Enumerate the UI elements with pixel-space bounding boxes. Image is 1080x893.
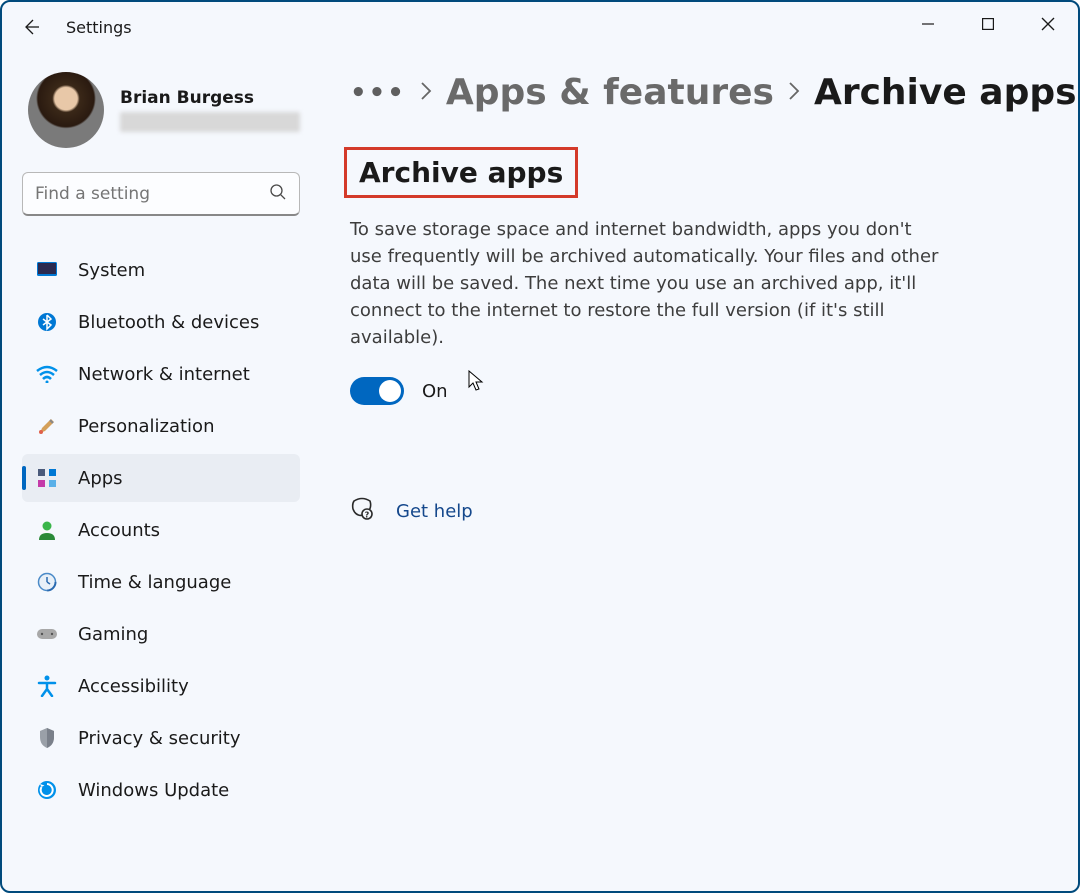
sidebar-item-label: Bluetooth & devices bbox=[78, 312, 259, 333]
search-icon bbox=[269, 183, 287, 205]
sidebar-item-personalization[interactable]: Personalization bbox=[22, 402, 300, 450]
user-profile[interactable]: Brian Burgess bbox=[28, 72, 300, 148]
search-container[interactable] bbox=[22, 172, 300, 216]
user-email bbox=[120, 112, 300, 132]
sidebar-item-label: Windows Update bbox=[78, 780, 229, 801]
get-help-link[interactable]: Get help bbox=[396, 501, 473, 522]
wifi-icon bbox=[36, 363, 58, 385]
shield-icon bbox=[36, 727, 58, 749]
toggle-state-label: On bbox=[422, 381, 448, 402]
paintbrush-icon bbox=[36, 415, 58, 437]
search-input[interactable] bbox=[35, 184, 269, 204]
svg-text:?: ? bbox=[365, 511, 370, 520]
sidebar-item-label: System bbox=[78, 260, 145, 281]
sidebar-item-label: Apps bbox=[78, 468, 123, 489]
sidebar-item-apps[interactable]: Apps bbox=[22, 454, 300, 502]
update-icon bbox=[36, 779, 58, 801]
sidebar-item-label: Time & language bbox=[78, 572, 231, 593]
sidebar-item-accessibility[interactable]: Accessibility bbox=[22, 662, 300, 710]
sidebar-item-privacy[interactable]: Privacy & security bbox=[22, 714, 300, 762]
page-description: To save storage space and internet bandw… bbox=[350, 216, 940, 351]
page-heading: Archive apps bbox=[344, 147, 578, 198]
clock-icon bbox=[36, 571, 58, 593]
nav-list: System Bluetooth & devices Network & int… bbox=[22, 246, 300, 818]
window-title: Settings bbox=[66, 18, 132, 37]
back-button[interactable] bbox=[10, 6, 52, 48]
sidebar-item-update[interactable]: Windows Update bbox=[22, 766, 300, 814]
maximize-button[interactable] bbox=[958, 2, 1018, 46]
minimize-button[interactable] bbox=[898, 2, 958, 46]
sidebar-item-bluetooth[interactable]: Bluetooth & devices bbox=[22, 298, 300, 346]
sidebar-item-time[interactable]: Time & language bbox=[22, 558, 300, 606]
breadcrumb-overflow-icon[interactable]: ••• bbox=[350, 78, 406, 108]
avatar bbox=[28, 72, 104, 148]
sidebar-item-accounts[interactable]: Accounts bbox=[22, 506, 300, 554]
help-icon: ? bbox=[350, 497, 374, 525]
apps-icon bbox=[36, 467, 58, 489]
sidebar-item-label: Privacy & security bbox=[78, 728, 241, 749]
sidebar-item-label: Accounts bbox=[78, 520, 160, 541]
breadcrumb: ••• Apps & features Archive apps bbox=[350, 72, 1077, 113]
user-name-label: Brian Burgess bbox=[120, 88, 300, 108]
accounts-icon bbox=[36, 519, 58, 541]
bluetooth-icon bbox=[36, 311, 58, 333]
sidebar-item-label: Accessibility bbox=[78, 676, 189, 697]
breadcrumb-current: Archive apps bbox=[814, 72, 1077, 113]
breadcrumb-parent-link[interactable]: Apps & features bbox=[446, 72, 774, 113]
chevron-right-icon bbox=[420, 81, 432, 105]
close-button[interactable] bbox=[1018, 2, 1078, 46]
archive-apps-toggle[interactable] bbox=[350, 377, 404, 405]
sidebar-item-network[interactable]: Network & internet bbox=[22, 350, 300, 398]
sidebar-item-label: Gaming bbox=[78, 624, 148, 645]
gaming-icon bbox=[36, 623, 58, 645]
sidebar-item-label: Network & internet bbox=[78, 364, 250, 385]
chevron-right-icon bbox=[788, 81, 800, 105]
sidebar-item-gaming[interactable]: Gaming bbox=[22, 610, 300, 658]
accessibility-icon bbox=[36, 675, 58, 697]
sidebar-item-system[interactable]: System bbox=[22, 246, 300, 294]
system-icon bbox=[36, 259, 58, 281]
sidebar-item-label: Personalization bbox=[78, 416, 214, 437]
